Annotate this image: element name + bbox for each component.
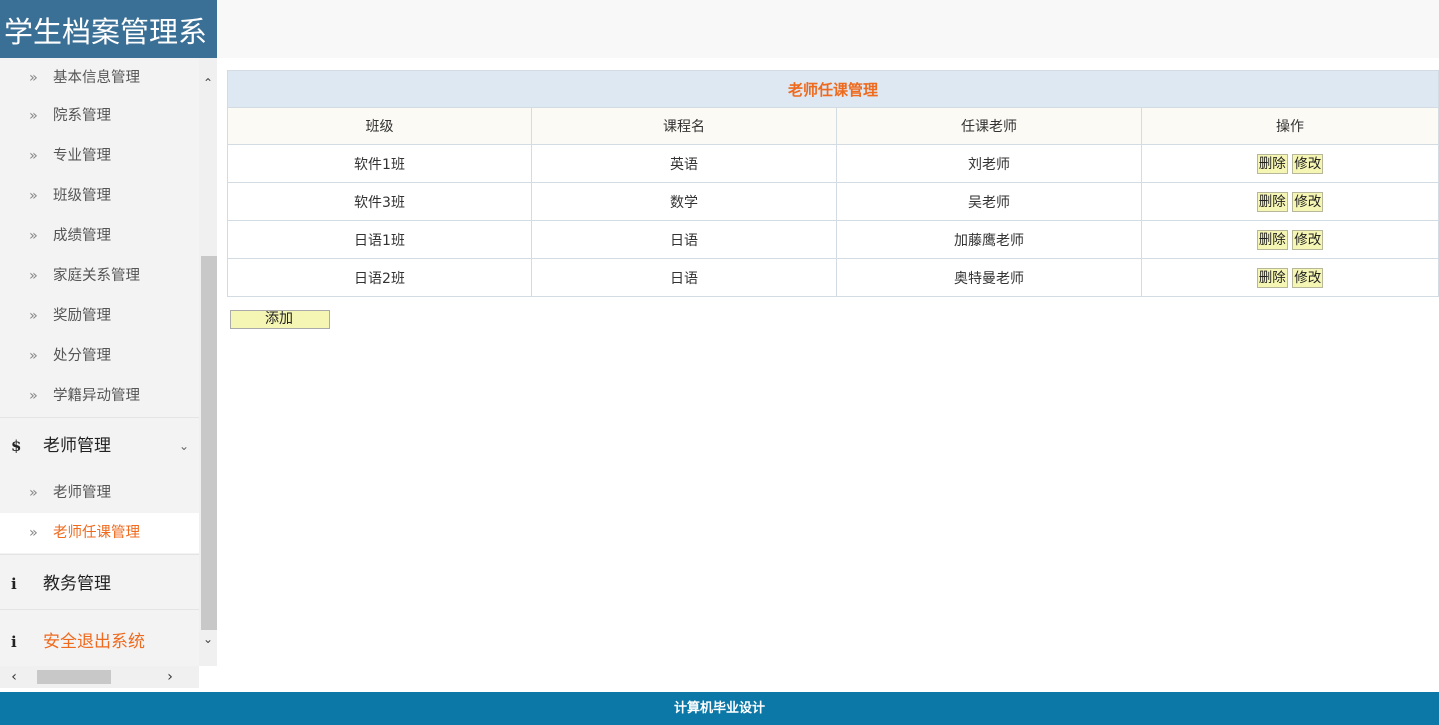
info-icon: i: [11, 633, 17, 651]
scrollbar-thumb[interactable]: [201, 256, 217, 630]
sidebar-item-label: 学籍异动管理: [53, 388, 140, 404]
double-arrow-icon: »: [29, 108, 38, 124]
cell-class: 日语1班: [227, 220, 532, 259]
column-header-teacher: 任课老师: [836, 107, 1142, 145]
edit-button[interactable]: 修改: [1292, 229, 1324, 250]
double-arrow-icon: »: [29, 228, 38, 244]
sidebar-item-label: 奖励管理: [53, 308, 111, 324]
cell-actions: 删除 修改: [1141, 220, 1439, 259]
cell-actions: 删除 修改: [1141, 144, 1439, 183]
cell-teacher: 吴老师: [836, 182, 1142, 221]
cell-course: 日语: [531, 258, 837, 297]
sidebar-item-label: 家庭关系管理: [53, 268, 140, 284]
delete-button[interactable]: 删除: [1256, 153, 1288, 174]
menu-group-label: 老师管理: [43, 436, 111, 456]
sidebar-item-rewards[interactable]: » 奖励管理: [0, 296, 199, 336]
chevron-down-icon: ⌄: [178, 439, 189, 453]
sidebar-vertical-scrollbar[interactable]: ⌃ ⌄: [199, 58, 217, 666]
scroll-down-icon[interactable]: ⌄: [199, 630, 217, 648]
double-arrow-icon: »: [29, 525, 38, 541]
double-arrow-icon: »: [29, 148, 38, 164]
edit-button[interactable]: 修改: [1292, 191, 1324, 212]
cell-actions: 删除 修改: [1141, 258, 1439, 297]
column-header-actions: 操作: [1141, 107, 1439, 145]
double-arrow-icon: »: [29, 188, 38, 204]
cell-actions: 删除 修改: [1141, 182, 1439, 221]
cell-teacher: 奥特曼老师: [836, 258, 1142, 297]
table-row: 日语1班 日语 加藤鹰老师 删除 修改: [227, 220, 1439, 259]
app-logo-title: 学生档案管理系: [0, 0, 217, 58]
delete-button[interactable]: 删除: [1256, 191, 1288, 212]
menu-divider: [0, 554, 199, 555]
delete-button[interactable]: 删除: [1256, 267, 1288, 288]
table-row: 软件1班 英语 刘老师 删除 修改: [227, 144, 1439, 183]
column-header-class: 班级: [227, 107, 532, 145]
scrollbar-thumb[interactable]: [37, 670, 111, 684]
sidebar-item-label: 班级管理: [53, 188, 111, 204]
sidebar-item-family[interactable]: » 家庭关系管理: [0, 256, 199, 296]
cell-course: 数学: [531, 182, 837, 221]
table-row: 软件3班 数学 吴老师 删除 修改: [227, 182, 1439, 221]
double-arrow-icon: »: [29, 70, 38, 86]
menu-group-teacher[interactable]: $ 老师管理 ⌄: [0, 422, 199, 470]
table-row: 日语2班 日语 奥特曼老师 删除 修改: [227, 258, 1439, 297]
sidebar-menu: » 基本信息管理 » 院系管理 » 专业管理 » 班级管理 » 成绩管理 » 家庭关系管理 …: [0, 58, 199, 666]
edit-button[interactable]: 修改: [1292, 267, 1324, 288]
table-title: 老师任课管理: [227, 70, 1439, 108]
scroll-left-icon[interactable]: ‹: [4, 666, 24, 688]
menu-divider: [0, 609, 199, 610]
sidebar-item-label: 成绩管理: [53, 228, 111, 244]
sidebar-item-label: 专业管理: [53, 148, 111, 164]
cell-class: 软件3班: [227, 182, 532, 221]
delete-button[interactable]: 删除: [1256, 229, 1288, 250]
sidebar-item-departments[interactable]: » 院系管理: [0, 96, 199, 136]
menu-group-label: 安全退出系统: [43, 632, 145, 652]
menu-group-logout[interactable]: i 安全退出系统: [0, 618, 199, 666]
double-arrow-icon: »: [29, 388, 38, 404]
cell-class: 软件1班: [227, 144, 532, 183]
dollar-icon: $: [11, 437, 22, 455]
scroll-right-icon[interactable]: ›: [160, 666, 180, 688]
sidebar-item-penalties[interactable]: » 处分管理: [0, 336, 199, 376]
cell-course: 英语: [531, 144, 837, 183]
cell-class: 日语2班: [227, 258, 532, 297]
header-bar: [217, 0, 1439, 58]
menu-group-label: 教务管理: [43, 574, 111, 594]
main-content: 老师任课管理 班级 课程名 任课老师 操作 软件1班 英语 刘老师 删除 修改 …: [217, 58, 1439, 692]
column-header-course: 课程名: [531, 107, 837, 145]
teacher-course-table: 老师任课管理 班级 课程名 任课老师 操作 软件1班 英语 刘老师 删除 修改 …: [227, 70, 1439, 297]
cell-course: 日语: [531, 220, 837, 259]
scroll-up-icon[interactable]: ⌃: [199, 74, 217, 92]
cell-teacher: 加藤鹰老师: [836, 220, 1142, 259]
double-arrow-icon: »: [29, 348, 38, 364]
menu-group-academic[interactable]: i 教务管理: [0, 560, 199, 608]
sidebar-item-label: 院系管理: [53, 108, 111, 124]
double-arrow-icon: »: [29, 268, 38, 284]
double-arrow-icon: »: [29, 308, 38, 324]
sidebar-item-teacher-courses[interactable]: » 老师任课管理: [0, 513, 199, 553]
sidebar-item-teachers[interactable]: » 老师管理: [0, 473, 199, 513]
sidebar-item-majors[interactable]: » 专业管理: [0, 136, 199, 176]
menu-divider: [0, 417, 199, 418]
footer: 计算机毕业设计: [0, 692, 1439, 725]
edit-button[interactable]: 修改: [1292, 153, 1324, 174]
cell-teacher: 刘老师: [836, 144, 1142, 183]
add-button[interactable]: 添加: [230, 310, 330, 329]
sidebar-item-label: 基本信息管理: [53, 70, 140, 86]
sidebar-item-label: 老师任课管理: [53, 525, 140, 541]
double-arrow-icon: »: [29, 485, 38, 501]
sidebar-item-classes[interactable]: » 班级管理: [0, 176, 199, 216]
sidebar-item-grades[interactable]: » 成绩管理: [0, 216, 199, 256]
sidebar-item-label: 老师管理: [53, 485, 111, 501]
sidebar: » 基本信息管理 » 院系管理 » 专业管理 » 班级管理 » 成绩管理 » 家庭关系管理 …: [0, 58, 217, 692]
sidebar-item-status-change[interactable]: » 学籍异动管理: [0, 376, 199, 416]
sidebar-item-label: 处分管理: [53, 348, 111, 364]
sidebar-horizontal-scrollbar[interactable]: ‹ ›: [0, 666, 199, 688]
sidebar-item-basic-info[interactable]: » 基本信息管理: [0, 58, 199, 98]
info-icon: i: [11, 575, 17, 593]
